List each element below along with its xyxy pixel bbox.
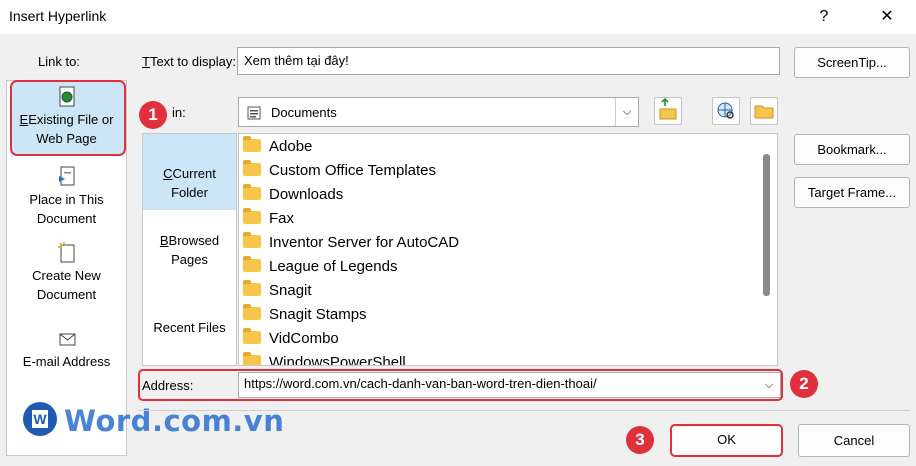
folder-icon: [243, 280, 261, 296]
globe-document-icon: [59, 86, 74, 107]
folder-icon: [243, 232, 261, 248]
callout-3: 3: [626, 426, 654, 454]
divider: [138, 410, 910, 411]
folder-icon: [243, 256, 261, 272]
look-in-dropdown[interactable]: Documents ⌵: [238, 97, 639, 127]
open-folder-icon: [754, 105, 774, 119]
link-create-new-document[interactable]: Create New Document: [7, 242, 126, 304]
bookmark-button[interactable]: Bookmark...: [794, 134, 910, 165]
documents-icon: [247, 106, 261, 120]
link-item-line1: Place in This: [29, 192, 104, 207]
link-existing-file-or-web-page[interactable]: EExisting File or Web Page: [7, 86, 126, 148]
up-folder-icon: [659, 97, 677, 120]
window-title: Insert Hyperlink: [9, 8, 107, 24]
title-bar: [0, 0, 916, 34]
list-item[interactable]: Downloads: [243, 183, 343, 207]
folder-icon: [243, 160, 261, 176]
link-email-address[interactable]: E-mail Address: [7, 328, 126, 371]
browse-web-button[interactable]: [712, 97, 740, 125]
close-button[interactable]: ✕: [876, 6, 898, 28]
link-item-line2: Document: [36, 211, 97, 226]
list-item[interactable]: WindowsPowerShell: [243, 351, 406, 365]
folder-icon: [243, 136, 261, 152]
ok-button[interactable]: OK: [670, 424, 783, 457]
link-item-line1: EExisting File or: [19, 112, 114, 127]
folder-icon: [243, 328, 261, 344]
folder-icon: [243, 208, 261, 224]
link-place-in-this-document[interactable]: Place in This Document: [7, 166, 126, 228]
nav-current-folder[interactable]: CCurrent Folder: [143, 164, 236, 202]
callout-2: 2: [790, 370, 818, 398]
word-logo-icon: W: [23, 402, 57, 436]
target-frame-button[interactable]: Target Frame...: [794, 177, 910, 208]
list-item[interactable]: VidCombo: [243, 327, 339, 351]
list-item[interactable]: Snagit: [243, 279, 312, 303]
document-bookmark-icon: [58, 166, 74, 186]
link-to-label: Link to:: [38, 54, 80, 69]
globe-search-icon: [717, 102, 734, 119]
address-value: https://word.com.vn/cach-danh-van-ban-wo…: [244, 376, 597, 391]
chevron-down-icon[interactable]: ⌵: [615, 98, 638, 126]
list-item[interactable]: League of Legends: [243, 255, 397, 279]
address-label: Address:: [142, 378, 194, 393]
callout-1: 1: [139, 101, 167, 129]
list-item[interactable]: Fax: [243, 207, 294, 231]
list-item[interactable]: Snagit Stamps: [243, 303, 367, 327]
folder-icon: [243, 304, 261, 320]
text-to-display-label: TText to display:: [142, 54, 236, 69]
screentip-button[interactable]: ScreenTip...: [794, 47, 910, 78]
list-item[interactable]: Adobe: [243, 135, 312, 159]
envelope-icon: [59, 333, 75, 346]
nav-browsed-pages[interactable]: BBrowsed Pages: [143, 231, 236, 269]
look-in-value: Documents: [271, 105, 337, 120]
list-item[interactable]: Custom Office Templates: [243, 159, 436, 183]
text-to-display-input[interactable]: Xem thêm tại đây!: [237, 47, 780, 75]
list-item[interactable]: Inventor Server for AutoCAD: [243, 231, 459, 255]
new-document-icon: [57, 242, 74, 263]
link-item-line1: Create New: [32, 268, 101, 283]
scrollbar-thumb[interactable]: [763, 154, 770, 296]
up-folder-button[interactable]: [654, 97, 682, 125]
browse-file-button[interactable]: [750, 97, 778, 125]
folder-icon: [243, 352, 261, 365]
nav-recent-files[interactable]: Recent Files: [143, 318, 236, 337]
help-button[interactable]: ?: [813, 6, 835, 28]
link-item-line2: Web Page: [36, 131, 97, 146]
chevron-down-icon[interactable]: ⌵: [758, 373, 780, 397]
link-item-line2: Document: [36, 287, 97, 302]
link-item-line1: E-mail Address: [22, 354, 111, 369]
folder-icon: [243, 184, 261, 200]
cancel-button[interactable]: Cancel: [798, 424, 910, 457]
address-input[interactable]: https://word.com.vn/cach-danh-van-ban-wo…: [238, 372, 781, 398]
folder-list: Adobe Custom Office Templates Downloads …: [238, 133, 778, 366]
look-in-label: in:: [172, 105, 186, 120]
